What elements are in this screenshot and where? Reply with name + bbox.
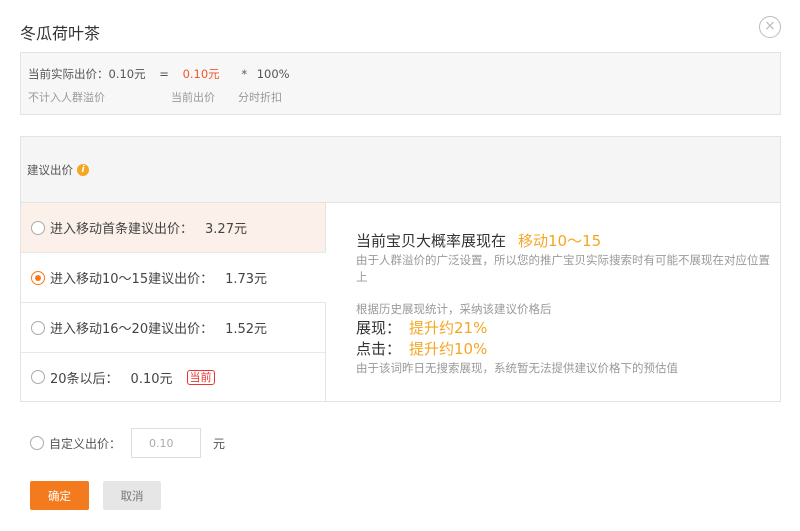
impr-label: 展现：	[356, 319, 402, 337]
discount: 100%	[256, 67, 290, 81]
option-top[interactable]: 进入移动首条建议出价： 3.27元	[21, 203, 326, 253]
detail-panel: 当前宝贝大概率展现在 移动10～15 由于人群溢价的广泛设置，所以您的推广宝贝实际…	[326, 203, 781, 401]
option-16-20[interactable]: 进入移动16～20建议出价： 1.52元	[21, 303, 326, 353]
radio-button[interactable]	[31, 370, 45, 384]
option-label: 进入移动10～15建议出价：	[50, 272, 214, 287]
panel-position: 移动10～15	[518, 232, 602, 250]
panel-history: 根据历史展现统计，采纳该建议价格后	[356, 302, 552, 316]
radio-button[interactable]	[31, 220, 45, 235]
option-price: 1.52元	[225, 322, 268, 337]
option-label: 进入移动16～20建议出价：	[50, 322, 214, 337]
suggest-header-label: 建议出价	[27, 163, 73, 177]
note-premium: 不计入人群溢价	[28, 91, 105, 104]
current-price: 0.10元	[182, 67, 220, 81]
current-badge: 当前	[186, 369, 215, 385]
option-price: 0.10元	[130, 371, 173, 387]
custom-price-input[interactable]	[131, 428, 202, 458]
option-label: 20条以后：	[50, 371, 119, 387]
note-current: 当前出价	[171, 91, 215, 104]
panel-title: 当前宝贝大概率展现在	[356, 232, 507, 250]
radio-button[interactable]	[31, 320, 45, 335]
option-price: 3.27元	[205, 222, 247, 237]
click-label: 点击：	[356, 340, 402, 358]
option-after-20[interactable]: 20条以后： 0.10元 当前	[21, 353, 326, 401]
close-icon[interactable]: ×	[759, 16, 781, 38]
confirm-button[interactable]: 确定	[30, 481, 89, 510]
radio-button-checked[interactable]	[31, 270, 45, 285]
suggest-header: 建议出价 i	[21, 137, 780, 203]
price-summary: 当前实际出价：0.10元 = 0.10元 * 100% 不计入人群溢价 当前出价…	[20, 52, 781, 115]
option-price: 1.73元	[225, 272, 268, 287]
click-value: 提升约10%	[409, 340, 488, 358]
unit-label: 元	[213, 436, 226, 451]
equals-sign: =	[159, 67, 169, 81]
option-label: 进入移动首条建议出价：	[50, 222, 194, 237]
panel-desc: 由于人群溢价的广泛设置，所以您的推广宝贝实际搜索时有可能不展现在对应位置上	[356, 253, 770, 284]
radio-button[interactable]	[30, 436, 44, 450]
option-10-15[interactable]: 进入移动10～15建议出价： 1.73元	[21, 253, 326, 303]
note-discount: 分时折扣	[238, 91, 282, 104]
info-icon[interactable]: i	[77, 164, 89, 176]
impr-value: 提升约21%	[409, 319, 488, 337]
times-sign: *	[241, 67, 248, 81]
cancel-button[interactable]: 取消	[103, 481, 161, 510]
actual-price: 当前实际出价：0.10元	[28, 67, 146, 81]
dialog-title: 冬瓜荷叶茶	[20, 24, 101, 43]
custom-price-row: 自定义出价： 元	[30, 428, 225, 458]
custom-label: 自定义出价：	[49, 436, 122, 451]
panel-footnote: 由于该词昨日无搜索展现，系统暂无法提供建议价格下的预估值	[356, 361, 678, 375]
suggest-price-box: 建议出价 i 进入移动首条建议出价： 3.27元 进入移动10～15建议出价： …	[20, 136, 781, 402]
